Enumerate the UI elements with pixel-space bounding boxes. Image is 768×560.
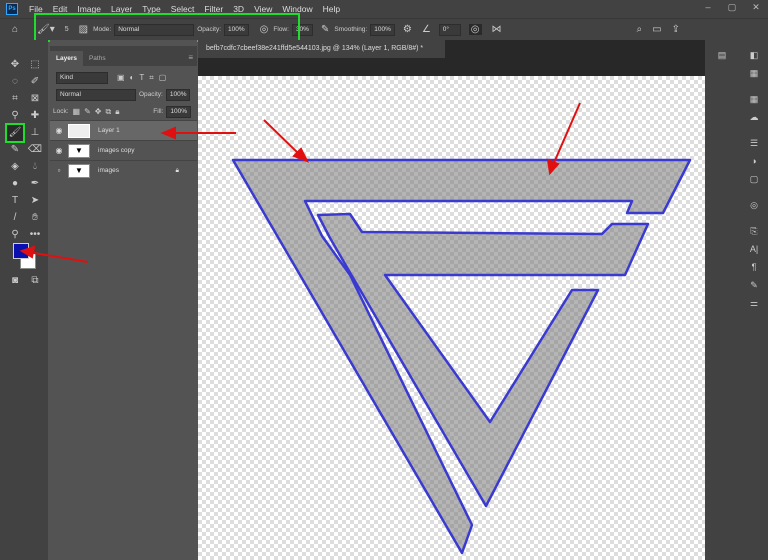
right-panel-dock: ▤ ◧ ▦ ▦ ☁ ☰ ◑ ▢ ◎ ⎘ A| ¶ ✎ ⚌ <box>705 40 768 560</box>
character-icon[interactable]: A| <box>741 244 767 262</box>
patterns-icon[interactable]: ▦ <box>741 94 767 112</box>
adjustments-icon[interactable]: ☰ <box>741 138 767 156</box>
properties-icon[interactable]: ◑ <box>741 156 767 174</box>
artwork-overlay <box>19 102 692 555</box>
arrow-to-edge-top <box>552 102 581 166</box>
paragraph-icon[interactable]: ¶ <box>741 262 767 280</box>
info-icon[interactable]: ▢ <box>741 174 767 192</box>
brush-settings-panel-icon[interactable]: ✎ <box>741 280 767 298</box>
channels-icon[interactable]: ◎ <box>741 200 767 218</box>
dock-column-2: ◧ ▦ ▦ ☁ ☰ ◑ ▢ ◎ ⎘ A| ¶ ✎ ⚌ <box>741 50 767 316</box>
color-icon[interactable]: ◧ <box>741 50 767 68</box>
libraries-icon[interactable]: ☁ <box>741 112 767 130</box>
logo-shape-outer <box>231 158 692 555</box>
arrow-to-edge-left <box>263 119 301 156</box>
swatches-icon[interactable]: ▦ <box>741 68 767 86</box>
history-icon[interactable]: ▤ <box>709 50 735 68</box>
arrow-to-color <box>27 251 89 263</box>
dock-column-1: ▤ <box>709 50 735 68</box>
layer-comps-icon[interactable]: ⎘ <box>741 226 767 244</box>
tool-presets-icon[interactable]: ⚌ <box>741 298 767 316</box>
